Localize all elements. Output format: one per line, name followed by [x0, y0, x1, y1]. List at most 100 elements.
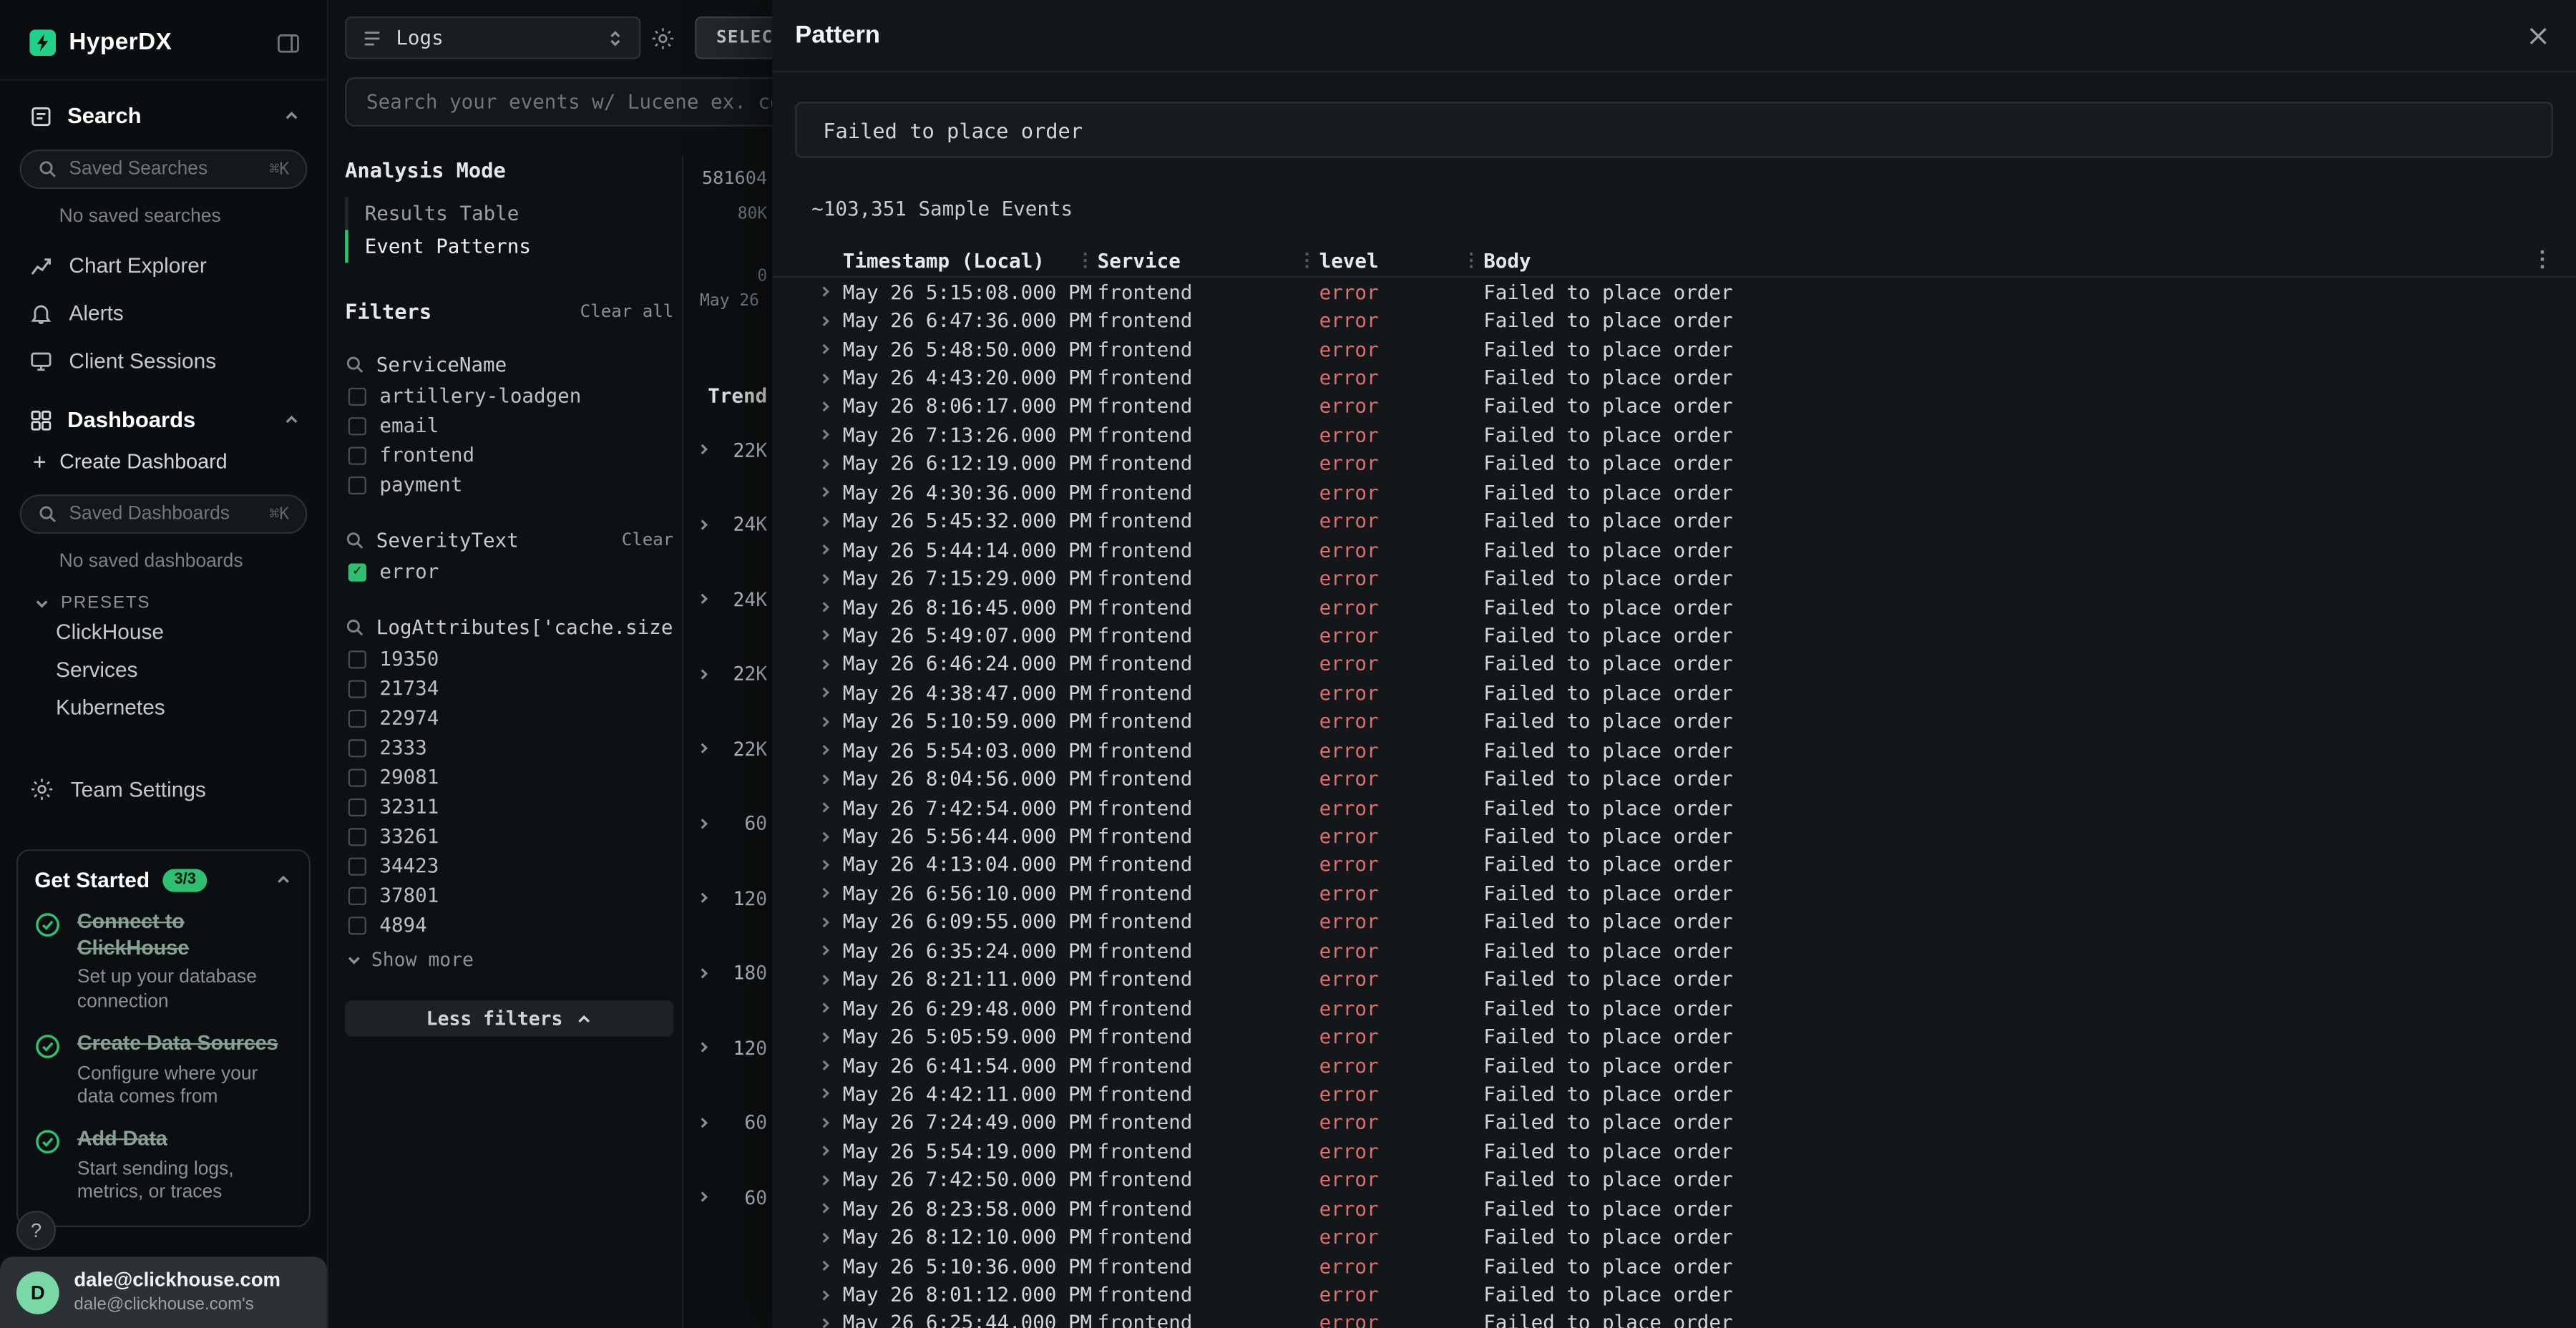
preset-kubernetes[interactable]: Kubernetes [0, 688, 327, 726]
row-expand-icon[interactable] [818, 1201, 842, 1216]
checkbox[interactable]: ✓ [348, 562, 366, 580]
row-expand-icon[interactable] [818, 1230, 842, 1245]
sidebar-collapse-icon[interactable] [276, 30, 301, 54]
filter-option[interactable]: 32311 [345, 792, 673, 821]
chevron-right-icon[interactable] [696, 891, 711, 906]
filter-option[interactable]: 22974 [345, 703, 673, 733]
chevron-right-icon[interactable] [696, 592, 711, 607]
checkbox[interactable] [348, 709, 366, 727]
row-expand-icon[interactable] [818, 857, 842, 872]
row-expand-icon[interactable] [818, 972, 842, 987]
event-row[interactable]: May 26 6:35:24.000 PMfrontenderrorFailed… [772, 937, 2576, 965]
filter-option[interactable]: 37801 [345, 881, 673, 910]
filter-option[interactable]: 33261 [345, 821, 673, 851]
sidebar-item-alerts[interactable]: Alerts [0, 289, 327, 337]
close-icon[interactable] [2527, 24, 2550, 47]
event-row[interactable]: May 26 5:45:32.000 PMfrontenderrorFailed… [772, 507, 2576, 535]
row-expand-icon[interactable] [818, 1087, 842, 1102]
row-expand-icon[interactable] [818, 285, 842, 300]
event-row[interactable]: May 26 6:46:24.000 PMfrontenderrorFailed… [772, 650, 2576, 678]
row-expand-icon[interactable] [818, 914, 842, 929]
column-header-service[interactable]: Service [1098, 249, 1298, 272]
chevron-up-icon[interactable] [283, 107, 301, 125]
chevron-right-icon[interactable] [696, 1040, 711, 1055]
event-row[interactable]: May 26 5:10:36.000 PMfrontenderrorFailed… [772, 1251, 2576, 1280]
checkbox[interactable] [348, 768, 366, 786]
row-expand-icon[interactable] [818, 600, 842, 615]
sidebar-item-client-sessions[interactable]: Client Sessions [0, 337, 327, 385]
pattern-row-fragment[interactable]: 60 [683, 1160, 772, 1234]
row-expand-icon[interactable] [818, 1144, 842, 1159]
row-expand-icon[interactable] [818, 514, 842, 529]
show-more-button[interactable]: Show more [345, 948, 673, 971]
chevron-right-icon[interactable] [696, 442, 711, 457]
event-row[interactable]: May 26 6:41:54.000 PMfrontenderrorFailed… [772, 1051, 2576, 1080]
row-expand-icon[interactable] [818, 944, 842, 959]
event-row[interactable]: May 26 7:13:26.000 PMfrontenderrorFailed… [772, 421, 2576, 449]
event-row[interactable]: May 26 6:09:55.000 PMfrontenderrorFailed… [772, 908, 2576, 937]
chevron-up-icon[interactable] [274, 871, 292, 889]
checkbox[interactable] [348, 446, 366, 464]
sidebar-section-search[interactable]: Search [0, 81, 327, 129]
chevron-right-icon[interactable] [696, 741, 711, 756]
pattern-row-fragment[interactable]: 24K [683, 487, 772, 562]
less-filters-button[interactable]: Less filters [345, 1000, 673, 1037]
row-expand-icon[interactable] [818, 399, 842, 414]
user-menu[interactable]: D dale@clickhouse.com dale@clickhouse.co… [0, 1256, 327, 1328]
row-expand-icon[interactable] [818, 1287, 842, 1302]
event-row[interactable]: May 26 5:44:14.000 PMfrontenderrorFailed… [772, 535, 2576, 564]
filter-option[interactable]: 29081 [345, 762, 673, 791]
filter-field-name[interactable]: ServiceName [376, 353, 674, 376]
filter-option[interactable]: 2333 [345, 733, 673, 762]
presets-toggle[interactable]: PRESETS [0, 572, 327, 612]
filter-clear-button[interactable]: Clear [622, 531, 674, 551]
column-resize-handle[interactable]: ⋮ [1462, 250, 1483, 271]
row-expand-icon[interactable] [818, 800, 842, 815]
chevron-right-icon[interactable] [696, 667, 711, 682]
analysis-mode-option[interactable]: Event Patterns [345, 230, 673, 263]
event-row[interactable]: May 26 5:49:07.000 PMfrontenderrorFailed… [772, 621, 2576, 650]
checkbox[interactable] [348, 738, 366, 756]
saved-searches-input[interactable]: Saved Searches ⌘K [20, 150, 308, 189]
pattern-row-fragment[interactable]: 60 [683, 1085, 772, 1159]
event-row[interactable]: May 26 8:12:10.000 PMfrontenderrorFailed… [772, 1223, 2576, 1251]
source-settings-gear-icon[interactable] [650, 26, 675, 51]
event-row[interactable]: May 26 5:48:50.000 PMfrontenderrorFailed… [772, 335, 2576, 363]
checkbox[interactable] [348, 827, 366, 845]
event-row[interactable]: May 26 7:24:49.000 PMfrontenderrorFailed… [772, 1108, 2576, 1137]
pattern-row-fragment[interactable]: 22K [683, 637, 772, 711]
pattern-row-fragment[interactable]: 120 [683, 861, 772, 935]
row-expand-icon[interactable] [818, 342, 842, 357]
preset-services[interactable]: Services [0, 650, 327, 688]
chevron-up-icon[interactable] [283, 411, 301, 429]
row-expand-icon[interactable] [818, 685, 842, 700]
row-expand-icon[interactable] [818, 829, 842, 844]
checkbox[interactable] [348, 856, 366, 874]
event-row[interactable]: May 26 5:05:59.000 PMfrontenderrorFailed… [772, 1022, 2576, 1051]
chevron-right-icon[interactable] [696, 965, 711, 980]
brand[interactable]: HyperDX [29, 29, 172, 56]
row-expand-icon[interactable] [818, 371, 842, 386]
chevron-right-icon[interactable] [696, 1190, 711, 1205]
filter-option[interactable]: 21734 [345, 673, 673, 703]
help-button[interactable]: ? [16, 1210, 56, 1249]
event-row[interactable]: May 26 6:25:44.000 PMfrontenderrorFailed… [772, 1309, 2576, 1328]
pattern-row-fragment[interactable]: 180 [683, 936, 772, 1010]
row-expand-icon[interactable] [818, 771, 842, 786]
event-row[interactable]: May 26 8:01:12.000 PMfrontenderrorFailed… [772, 1280, 2576, 1309]
column-header-body[interactable]: Body [1483, 249, 2532, 272]
create-dashboard-button[interactable]: + Create Dashboard [0, 432, 327, 473]
event-row[interactable]: May 26 8:21:11.000 PMfrontenderrorFailed… [772, 965, 2576, 994]
row-expand-icon[interactable] [818, 485, 842, 500]
event-row[interactable]: May 26 5:15:08.000 PMfrontenderrorFailed… [772, 278, 2576, 306]
filter-option[interactable]: artillery-loadgen [345, 381, 673, 411]
column-header-timestamp[interactable]: Timestamp (Local) [843, 249, 1076, 272]
row-expand-icon[interactable] [818, 657, 842, 672]
event-row[interactable]: May 26 8:06:17.000 PMfrontenderrorFailed… [772, 392, 2576, 421]
event-row[interactable]: May 26 7:15:29.000 PMfrontenderrorFailed… [772, 564, 2576, 592]
preset-clickhouse[interactable]: ClickHouse [0, 612, 327, 650]
event-row[interactable]: May 26 5:54:03.000 PMfrontenderrorFailed… [772, 736, 2576, 765]
pattern-row-fragment[interactable]: 120 [683, 1010, 772, 1085]
event-row[interactable]: May 26 4:43:20.000 PMfrontenderrorFailed… [772, 363, 2576, 392]
get-started-header[interactable]: Get Started 3/3 [34, 867, 292, 892]
